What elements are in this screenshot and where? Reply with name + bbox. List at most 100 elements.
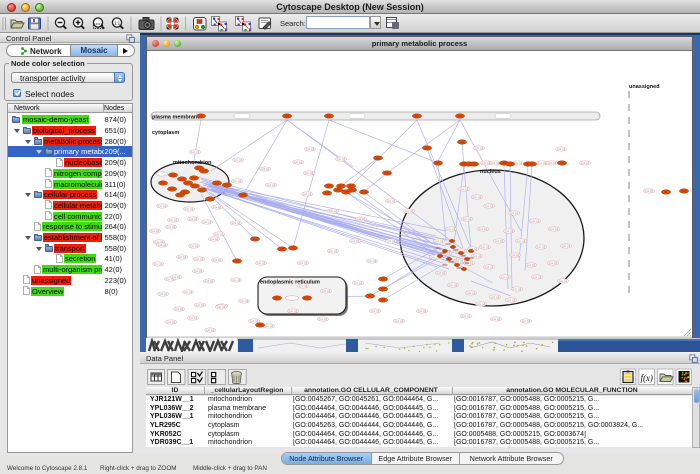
svg-text:Gm (d): Gm (d) (479, 227, 488, 231)
svg-text:Gm (d): Gm (d) (514, 161, 523, 165)
svg-text:Gm (d): Gm (d) (217, 305, 226, 309)
svg-text:Gm (d): Gm (d) (485, 265, 494, 269)
svg-text:Gm (d): Gm (d) (184, 290, 193, 294)
svg-text:Gm (d): Gm (d) (189, 316, 198, 320)
svg-text:Gm (d): Gm (d) (261, 167, 270, 171)
svg-text:Gm (d): Gm (d) (257, 261, 266, 265)
svg-text:Gm (d): Gm (d) (233, 179, 242, 183)
svg-text:Gm (d): Gm (d) (550, 227, 559, 231)
svg-text:Gm (d): Gm (d) (299, 261, 308, 265)
svg-text:Gm (d): Gm (d) (491, 295, 500, 299)
svg-text:cytoplasm: cytoplasm (152, 130, 179, 136)
svg-text:Gm (d): Gm (d) (387, 199, 396, 203)
svg-text:Gm (d): Gm (d) (495, 239, 504, 243)
svg-text:Gm (d): Gm (d) (517, 239, 526, 243)
svg-text:Gm (d): Gm (d) (319, 317, 328, 321)
svg-text:Gm (d): Gm (d) (210, 237, 219, 241)
svg-text:Gm (d): Gm (d) (481, 245, 490, 249)
svg-text:f(x): f(x) (640, 373, 653, 383)
svg-text:Gm (d): Gm (d) (463, 217, 472, 221)
svg-text:Gm (d): Gm (d) (232, 278, 241, 282)
svg-text:Gm (d): Gm (d) (234, 158, 243, 162)
svg-text:Gm (d): Gm (d) (169, 218, 178, 222)
svg-text:Gm (d): Gm (d) (501, 275, 510, 279)
svg-text:Gm (d): Gm (d) (559, 279, 568, 283)
svg-text:Gm (d): Gm (d) (213, 205, 222, 209)
svg-text:Gm (d): Gm (d) (462, 314, 471, 318)
svg-text:Gm (d): Gm (d) (195, 257, 204, 261)
svg-text:Gm (d): Gm (d) (371, 309, 380, 313)
svg-text:Gm (d): Gm (d) (557, 147, 566, 151)
svg-text:Gm (d): Gm (d) (206, 328, 215, 332)
svg-text:Gm (d): Gm (d) (447, 227, 456, 231)
svg-text:Gm (d): Gm (d) (491, 161, 500, 165)
svg-text:Gm (d): Gm (d) (167, 225, 176, 229)
svg-text:Gm (d): Gm (d) (537, 245, 546, 249)
svg-text:Gm (d): Gm (d) (178, 255, 187, 259)
svg-text:Gm (d): Gm (d) (196, 303, 205, 307)
svg-text:Gm (d): Gm (d) (473, 254, 482, 258)
svg-text:Gm (d): Gm (d) (213, 258, 222, 262)
svg-text:Gm (d): Gm (d) (418, 309, 427, 313)
svg-text:Gm (d): Gm (d) (322, 289, 331, 293)
svg-text:Gm (d): Gm (d) (522, 319, 531, 323)
svg-text:Gm (d): Gm (d) (175, 307, 184, 311)
svg-text:Gm (d): Gm (d) (215, 232, 224, 236)
svg-text:plasma membrane: plasma membrane (152, 115, 200, 121)
svg-text:Gm (d): Gm (d) (485, 204, 494, 208)
svg-text:Gm (d): Gm (d) (329, 209, 338, 213)
svg-text:Gm (d): Gm (d) (151, 229, 160, 233)
svg-text:Gm (d): Gm (d) (507, 298, 516, 302)
svg-text:Gm (d): Gm (d) (467, 291, 476, 295)
svg-text:Gm (d): Gm (d) (533, 275, 542, 279)
svg-text:Gm (d): Gm (d) (477, 302, 486, 306)
svg-text:Gm (d): Gm (d) (250, 319, 259, 323)
svg-text:Gm (d): Gm (d) (172, 275, 181, 279)
svg-text:Gm (d): Gm (d) (189, 217, 198, 221)
svg-text:Gm (d): Gm (d) (531, 219, 540, 223)
svg-text:Gm (d): Gm (d) (329, 249, 338, 253)
svg-text:Gm (d): Gm (d) (232, 221, 241, 225)
svg-text:Gm (d): Gm (d) (437, 271, 446, 275)
svg-text:unassigned: unassigned (629, 84, 660, 90)
svg-text:Gm (d): Gm (d) (305, 171, 314, 175)
svg-text:Gm (d): Gm (d) (191, 150, 200, 154)
svg-text:Gm (d): Gm (d) (435, 239, 444, 243)
svg-text:Gm (d): Gm (d) (395, 319, 404, 323)
svg-text:Gm (d): Gm (d) (510, 211, 519, 215)
svg-text:Gm (d): Gm (d) (449, 283, 458, 287)
svg-text:mitochondrion: mitochondrion (173, 160, 212, 166)
svg-text:Gm (d): Gm (d) (460, 187, 469, 191)
svg-text:Gm (d): Gm (d) (354, 281, 363, 285)
svg-text:Gm (d): Gm (d) (538, 161, 547, 165)
svg-text:Gm (d): Gm (d) (240, 299, 249, 303)
svg-text:Gm (d): Gm (d) (562, 244, 571, 248)
svg-text:Gm (d): Gm (d) (548, 161, 557, 165)
svg-text:Gm (d): Gm (d) (405, 209, 414, 213)
svg-text:Gm (d): Gm (d) (549, 261, 558, 265)
svg-text:Gm (d): Gm (d) (203, 220, 212, 224)
svg-text:Gm (d): Gm (d) (267, 183, 276, 187)
svg-text:Gm (d): Gm (d) (527, 263, 536, 267)
svg-text:Gm (d): Gm (d) (511, 253, 520, 257)
svg-text:Gm (d): Gm (d) (337, 157, 346, 161)
svg-text:Gm (d): Gm (d) (265, 324, 274, 328)
svg-text:Gm (d): Gm (d) (492, 317, 501, 321)
svg-text:Gm (d): Gm (d) (190, 244, 199, 248)
svg-text:Gm (d): Gm (d) (306, 147, 315, 151)
svg-text:Gm (d): Gm (d) (475, 146, 484, 150)
svg-text:Gm (d): Gm (d) (194, 269, 203, 273)
svg-text:Gm (d): Gm (d) (185, 207, 194, 211)
svg-text:Gm (d): Gm (d) (205, 279, 214, 283)
svg-text:Gm (d): Gm (d) (581, 161, 590, 165)
svg-text:Gm (d): Gm (d) (167, 320, 176, 324)
svg-text:Gm (d): Gm (d) (289, 309, 298, 313)
svg-text:Gm (d): Gm (d) (158, 243, 167, 247)
svg-text:Gm (d): Gm (d) (505, 229, 514, 233)
svg-text:endoplasmic reticulum: endoplasmic reticulum (260, 280, 320, 286)
svg-text:Gm (d): Gm (d) (299, 284, 308, 288)
svg-text:Gm (d): Gm (d) (159, 292, 168, 296)
svg-text:nucleus: nucleus (480, 169, 501, 175)
svg-text:Gm (d): Gm (d) (294, 160, 303, 164)
svg-text:Gm (d): Gm (d) (387, 239, 396, 243)
